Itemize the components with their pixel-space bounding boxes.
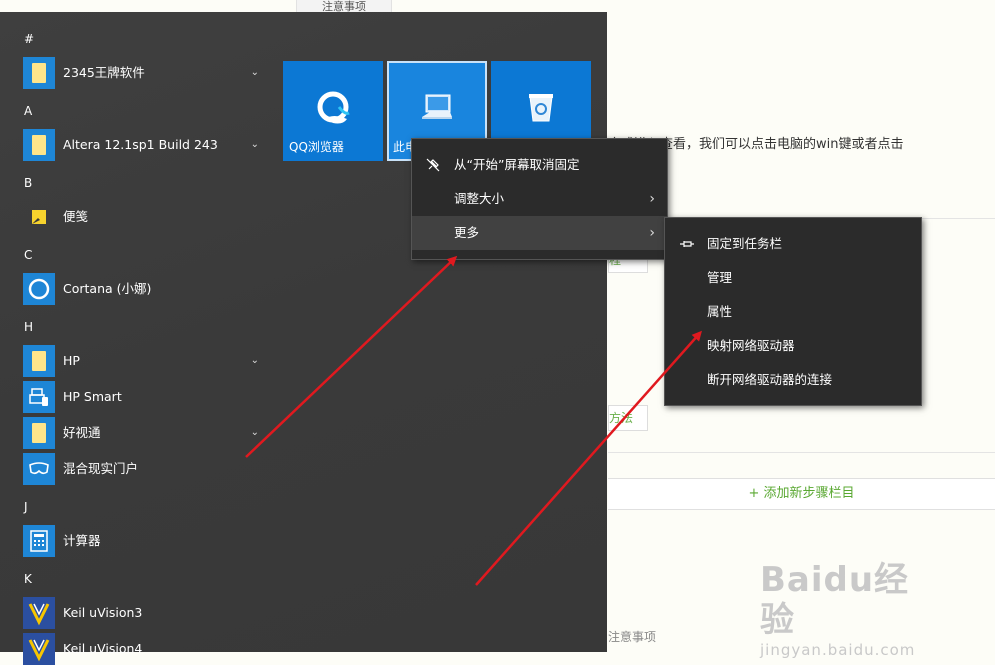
group-header-c[interactable]: C [24,248,32,262]
baidu-watermark: Baidu经验 jingyan.baidu.com [760,560,940,659]
menu-item-label: 管理 [707,270,733,285]
calculator-icon [23,525,55,557]
menu-item-label: 从“开始”屏幕取消固定 [454,157,580,172]
menu-item-label: 更多 [454,225,480,240]
menu-item-label: 断开网络驱动器的连接 [707,372,833,387]
app-label: Cortana (小娜) [63,281,152,296]
chevron-down-icon: ⌄ [250,67,259,78]
app-label: HP Smart [63,389,122,404]
folder-icon [23,57,55,89]
start-menu: # 2345王牌软件 ⌄ A Altera 12.1sp1 Build 243 … [0,12,607,665]
tile-qq-browser[interactable]: QQ浏览器 [283,61,383,161]
tile-label: QQ浏览器 [289,140,344,154]
app-label: 2345王牌软件 [63,65,145,80]
group-header-h[interactable]: H [24,320,33,334]
app-item-haoshitong[interactable]: 好视通 ⌄ [23,417,265,449]
mixed-reality-icon [23,453,55,485]
app-list: # 2345王牌软件 ⌄ A Altera 12.1sp1 Build 243 … [0,12,270,665]
folder-icon [23,417,55,449]
bg-divider [608,452,995,453]
menu-item-label: 映射网络驱动器 [707,338,795,353]
group-header-k[interactable]: K [24,572,32,586]
app-label: Altera 12.1sp1 Build 243 [63,137,218,152]
chevron-down-icon: ⌄ [250,355,259,366]
recycle-bin-icon [527,91,555,126]
this-pc-icon [420,93,454,126]
app-item-keil4[interactable]: Keil uVision4 [23,633,265,665]
app-label: HP [63,353,80,368]
cortana-icon [23,273,55,305]
app-item-altera[interactable]: Altera 12.1sp1 Build 243 ⌄ [23,129,265,161]
menu-item-disconnect-network-drive[interactable]: 断开网络驱动器的连接 [665,363,921,397]
bg-method-box-label: 方法 [609,411,634,425]
chevron-right-icon: › [649,225,655,241]
group-header-hash[interactable]: # [24,32,34,46]
add-step-button[interactable]: + 添加新步骤栏目 [608,478,995,510]
app-item-hp[interactable]: HP ⌄ [23,345,265,377]
menu-item-more[interactable]: 更多 › [412,216,667,250]
chevron-down-icon: ⌄ [250,427,259,438]
menu-item-pin-to-taskbar[interactable]: 固定到任务栏 [665,227,921,261]
menu-item-label: 调整大小 [454,191,505,206]
app-label: 便笺 [63,209,89,224]
bg-notes-label: 注意事项 [608,630,657,644]
app-item-mixed-reality[interactable]: 混合现实门户 [23,453,265,485]
app-item-calculator[interactable]: 计算器 [23,525,265,557]
sticky-notes-icon [23,201,55,233]
app-item-hp-smart[interactable]: HP Smart [23,381,265,413]
qq-browser-icon [313,89,353,132]
watermark-logo: Baidu经验 [760,560,910,640]
hp-smart-icon [23,381,55,413]
menu-item-label: 属性 [707,304,733,319]
app-item-2345[interactable]: 2345王牌软件 ⌄ [23,57,265,89]
chevron-right-icon: › [649,191,655,207]
app-label: Keil uVision4 [63,641,143,656]
keil-icon [23,597,55,629]
app-label: 混合现实门户 [63,461,139,476]
pin-icon [679,227,695,261]
menu-item-properties[interactable]: 属性 [665,295,921,329]
menu-item-manage[interactable]: 管理 [665,261,921,295]
app-label: 计算器 [63,533,101,548]
app-item-keil3[interactable]: Keil uVision3 [23,597,265,629]
chevron-down-icon: ⌄ [250,139,259,150]
app-item-cortana[interactable]: Cortana (小娜) [23,273,265,305]
keil-icon [23,633,55,665]
app-label: 好视通 [63,425,101,440]
menu-item-label: 固定到任务栏 [707,236,783,251]
folder-icon [23,345,55,377]
menu-item-resize[interactable]: 调整大小 › [412,182,667,216]
menu-item-unpin-from-start[interactable]: 从“开始”屏幕取消固定 [412,148,667,182]
app-item-sticky-notes[interactable]: 便笺 [23,201,265,233]
watermark-url: jingyan.baidu.com [760,641,916,659]
bg-method-box[interactable]: 方法 [608,405,648,431]
menu-item-map-network-drive[interactable]: 映射网络驱动器 [665,329,921,363]
app-label: Keil uVision3 [63,605,143,620]
folder-icon [23,129,55,161]
tile-context-menu: 从“开始”屏幕取消固定 调整大小 › 更多 › [411,138,668,260]
group-header-b[interactable]: B [24,176,32,190]
group-header-j[interactable]: J [24,500,28,514]
more-submenu: 固定到任务栏 管理 属性 映射网络驱动器 断开网络驱动器的连接 [664,217,922,406]
unpin-icon [426,148,440,182]
group-header-a[interactable]: A [24,104,32,118]
